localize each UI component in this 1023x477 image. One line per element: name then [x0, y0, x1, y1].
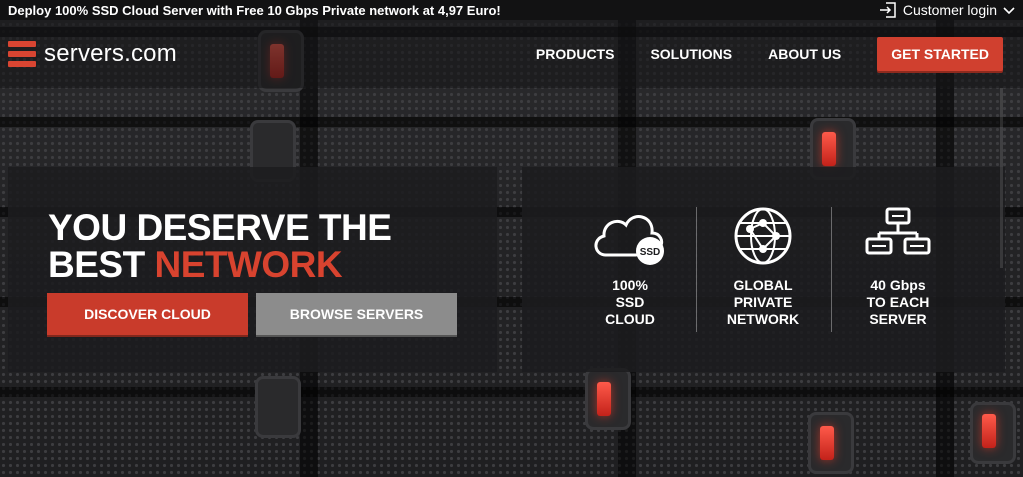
announcement-bar: Deploy 100% SSD Cloud Server with Free 1…	[0, 0, 1023, 20]
hero-title-accent: NETWORK	[154, 244, 343, 285]
customer-login-label: Customer login	[902, 2, 997, 18]
hero-title-prefix: BEST	[48, 244, 155, 285]
ssd-badge-text: SSD	[640, 247, 661, 258]
logo-mark-icon	[8, 41, 36, 67]
discover-cloud-button[interactable]: DISCOVER CLOUD	[47, 293, 248, 335]
browse-servers-button[interactable]: BROWSE SERVERS	[256, 293, 457, 335]
hero-panel: YOU DESERVE THE BEST NETWORK DISCOVER CL…	[8, 167, 497, 372]
feature-global-network: GLOBAL PRIVATE NETWORK	[703, 205, 823, 328]
logo[interactable]: servers.com	[8, 40, 177, 68]
feature-divider	[696, 207, 697, 332]
rack-led	[822, 132, 836, 166]
nav-products[interactable]: PRODUCTS	[536, 46, 615, 62]
feature-label: GLOBAL PRIVATE NETWORK	[726, 277, 800, 327]
nav-about-us[interactable]: ABOUT US	[768, 46, 841, 62]
hero-title-line2: BEST NETWORK	[48, 246, 391, 283]
feature-divider	[831, 207, 832, 332]
hero-title: YOU DESERVE THE BEST NETWORK	[48, 207, 392, 283]
customer-login-link[interactable]: Customer login	[879, 2, 1015, 18]
features-panel: SSD 100% SSD CLOUD GLOBAL PRIVATE NETWOR…	[522, 167, 1005, 372]
promo-text[interactable]: Deploy 100% SSD Cloud Server with Free 1…	[8, 3, 501, 18]
feature-40gbps: 40 Gbps TO EACH SERVER	[838, 205, 958, 328]
server-tree-icon	[838, 205, 958, 267]
rack-led	[597, 382, 611, 416]
site-header: servers.com PRODUCTS SOLUTIONS ABOUT US …	[0, 20, 1023, 88]
logo-text: servers.com	[44, 40, 177, 67]
globe-network-icon	[703, 205, 823, 267]
rack-led	[820, 426, 834, 460]
nav-solutions[interactable]: SOLUTIONS	[650, 46, 732, 62]
scrollbar[interactable]	[1000, 88, 1003, 268]
feature-label: 40 Gbps TO EACH SERVER	[866, 277, 930, 327]
cloud-ssd-icon: SSD	[570, 205, 690, 267]
feature-label: 100% SSD CLOUD	[605, 277, 655, 327]
rack-led	[982, 414, 996, 448]
rack-handle	[255, 376, 301, 438]
get-started-button[interactable]: GET STARTED	[877, 37, 1003, 71]
hero-title-line1: YOU DESERVE THE	[48, 207, 392, 248]
main-nav: PRODUCTS SOLUTIONS ABOUT US GET STARTED	[536, 37, 1015, 71]
login-icon	[879, 2, 897, 18]
feature-ssd-cloud: SSD 100% SSD CLOUD	[570, 205, 690, 328]
chevron-down-icon	[1003, 5, 1015, 15]
